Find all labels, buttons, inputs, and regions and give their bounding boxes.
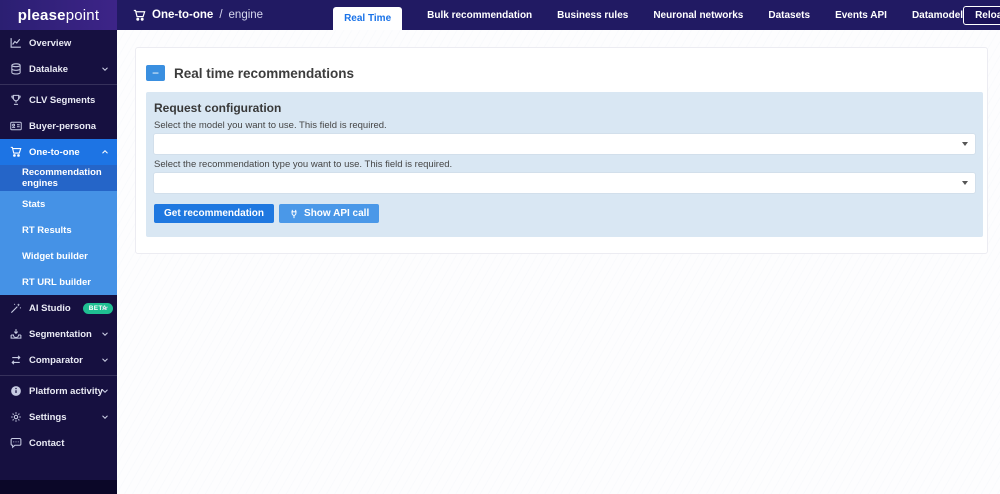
page-title: Real time recommendations <box>174 65 355 81</box>
sidebar-item-label: AI Studio <box>29 302 71 314</box>
chart-line-icon <box>10 37 22 49</box>
sidebar-item-buyer-persona[interactable]: Buyer-persona <box>0 113 117 139</box>
chevron-down-icon <box>962 142 968 146</box>
sidebar-item-datalake[interactable]: Datalake <box>0 56 117 82</box>
sidebar-subitem-label: Stats <box>22 198 46 210</box>
sidebar-item-comparator[interactable]: Comparator <box>0 347 117 373</box>
tab-business-rules[interactable]: Business rules <box>557 10 628 21</box>
recommendation-type-select-label: Select the recommendation type you want … <box>154 159 453 170</box>
reload-button[interactable]: Reload <box>963 5 1000 25</box>
sidebar-item-label: Overview <box>29 37 72 49</box>
tab-bulk-recommendation[interactable]: Bulk recommendation <box>427 10 532 21</box>
gear-icon <box>10 411 22 423</box>
comment-icon <box>10 437 22 449</box>
tab-events-api[interactable]: Events API <box>835 10 887 21</box>
tab-real-time[interactable]: Real Time <box>333 7 403 30</box>
brand-logo-bold: please <box>17 6 66 24</box>
sidebar-subitem-rt-results[interactable]: RT Results <box>0 217 117 243</box>
chevron-down-icon <box>962 181 968 185</box>
magic-wand-icon <box>10 302 22 314</box>
breadcrumb-section: One-to-one <box>152 9 214 21</box>
exchange-icon <box>10 354 22 366</box>
sidebar-item-label: Contact <box>29 437 65 449</box>
inbox-arrow-icon <box>10 328 22 340</box>
sidebar-subitem-label: Widget builder <box>22 250 88 262</box>
breadcrumb-separator: / <box>219 9 223 21</box>
id-card-icon <box>10 120 22 132</box>
database-icon <box>10 63 22 75</box>
sidebar-item-platform-activity[interactable]: Platform activity <box>0 378 117 404</box>
brand-logo-light: point <box>65 6 100 24</box>
chevron-down-icon <box>101 387 109 395</box>
request-configuration-panel: Request configuration Select the model y… <box>146 92 983 237</box>
plug-icon <box>289 209 299 219</box>
sidebar-item-settings[interactable]: Settings <box>0 404 117 430</box>
panel-title: Request configuration <box>154 101 282 115</box>
tab-datasets[interactable]: Datasets <box>768 10 810 21</box>
main-content: − Real time recommendations Request conf… <box>117 30 1000 494</box>
sidebar-subitem-label: RT URL builder <box>22 276 91 288</box>
sidebar: please point Overview Datalake CLV Segmen… <box>0 0 117 494</box>
sidebar-item-label: Datalake <box>29 63 69 75</box>
sidebar-item-label: Segmentation <box>29 328 92 340</box>
sidebar-subitem-rt-url-builder[interactable]: RT URL builder <box>0 269 117 295</box>
sidebar-divider <box>0 84 117 85</box>
tab-neuronal-networks[interactable]: Neuronal networks <box>653 10 743 21</box>
sidebar-item-segmentation[interactable]: Segmentation <box>0 321 117 347</box>
sidebar-item-label: CLV Segments <box>29 94 96 106</box>
info-circle-icon <box>10 385 22 397</box>
chevron-down-icon <box>101 330 109 338</box>
one-to-one-submenu: Recommendation engines Stats RT Results … <box>0 165 117 295</box>
sidebar-subitem-widget-builder[interactable]: Widget builder <box>0 243 117 269</box>
sidebar-item-ai-studio[interactable]: AI Studio BETA <box>0 295 117 321</box>
real-time-card: − Real time recommendations Request conf… <box>135 47 988 254</box>
get-recommendation-button[interactable]: Get recommendation <box>154 204 275 223</box>
cart-icon <box>10 146 22 158</box>
tab-datamodel[interactable]: Datamodel <box>912 10 963 21</box>
model-select-label: Select the model you want to use. This f… <box>154 120 387 131</box>
sidebar-subitem-recommendation-engines[interactable]: Recommendation engines <box>0 165 117 191</box>
show-api-call-button[interactable]: Show API call <box>279 204 380 223</box>
sidebar-footer-strip <box>0 480 117 494</box>
sidebar-item-label: Buyer-persona <box>29 120 97 132</box>
get-recommendation-label: Get recommendation <box>164 208 265 219</box>
sidebar-subitem-label: RT Results <box>22 224 72 236</box>
engine-tabs: Real Time Bulk recommendation Business r… <box>333 0 963 30</box>
cart-icon <box>133 9 146 22</box>
topbar: One-to-one / engine Real Time Bulk recom… <box>117 0 1000 30</box>
chevron-down-icon <box>101 356 109 364</box>
chevron-down-icon <box>101 413 109 421</box>
breadcrumb-page: engine <box>228 9 264 21</box>
model-select[interactable] <box>154 134 975 154</box>
sidebar-item-clv-segments[interactable]: CLV Segments <box>0 87 117 113</box>
sidebar-item-label: One-to-one <box>29 146 80 158</box>
sidebar-subitem-label: Recommendation engines <box>22 167 102 189</box>
trophy-icon <box>10 94 22 106</box>
sidebar-item-label: Platform activity <box>29 385 103 397</box>
chevron-up-icon <box>101 148 109 156</box>
panel-actions: Get recommendation Show API call <box>154 204 975 223</box>
show-api-call-label: Show API call <box>304 208 370 219</box>
sidebar-divider <box>0 375 117 376</box>
brand-logo[interactable]: please point <box>0 0 117 30</box>
collapse-section-button[interactable]: − <box>146 65 165 81</box>
sidebar-item-overview[interactable]: Overview <box>0 30 117 56</box>
chevron-down-icon <box>101 65 109 73</box>
breadcrumb: One-to-one / engine <box>117 9 263 22</box>
sidebar-item-one-to-one[interactable]: One-to-one <box>0 139 117 165</box>
card-header: − Real time recommendations <box>136 48 987 92</box>
sidebar-item-label: Settings <box>29 411 67 423</box>
sidebar-item-label: Comparator <box>29 354 83 366</box>
sidebar-subitem-stats[interactable]: Stats <box>0 191 117 217</box>
recommendation-type-select[interactable] <box>154 173 975 193</box>
sidebar-item-contact[interactable]: Contact <box>0 430 117 456</box>
chevron-down-icon <box>101 304 109 312</box>
